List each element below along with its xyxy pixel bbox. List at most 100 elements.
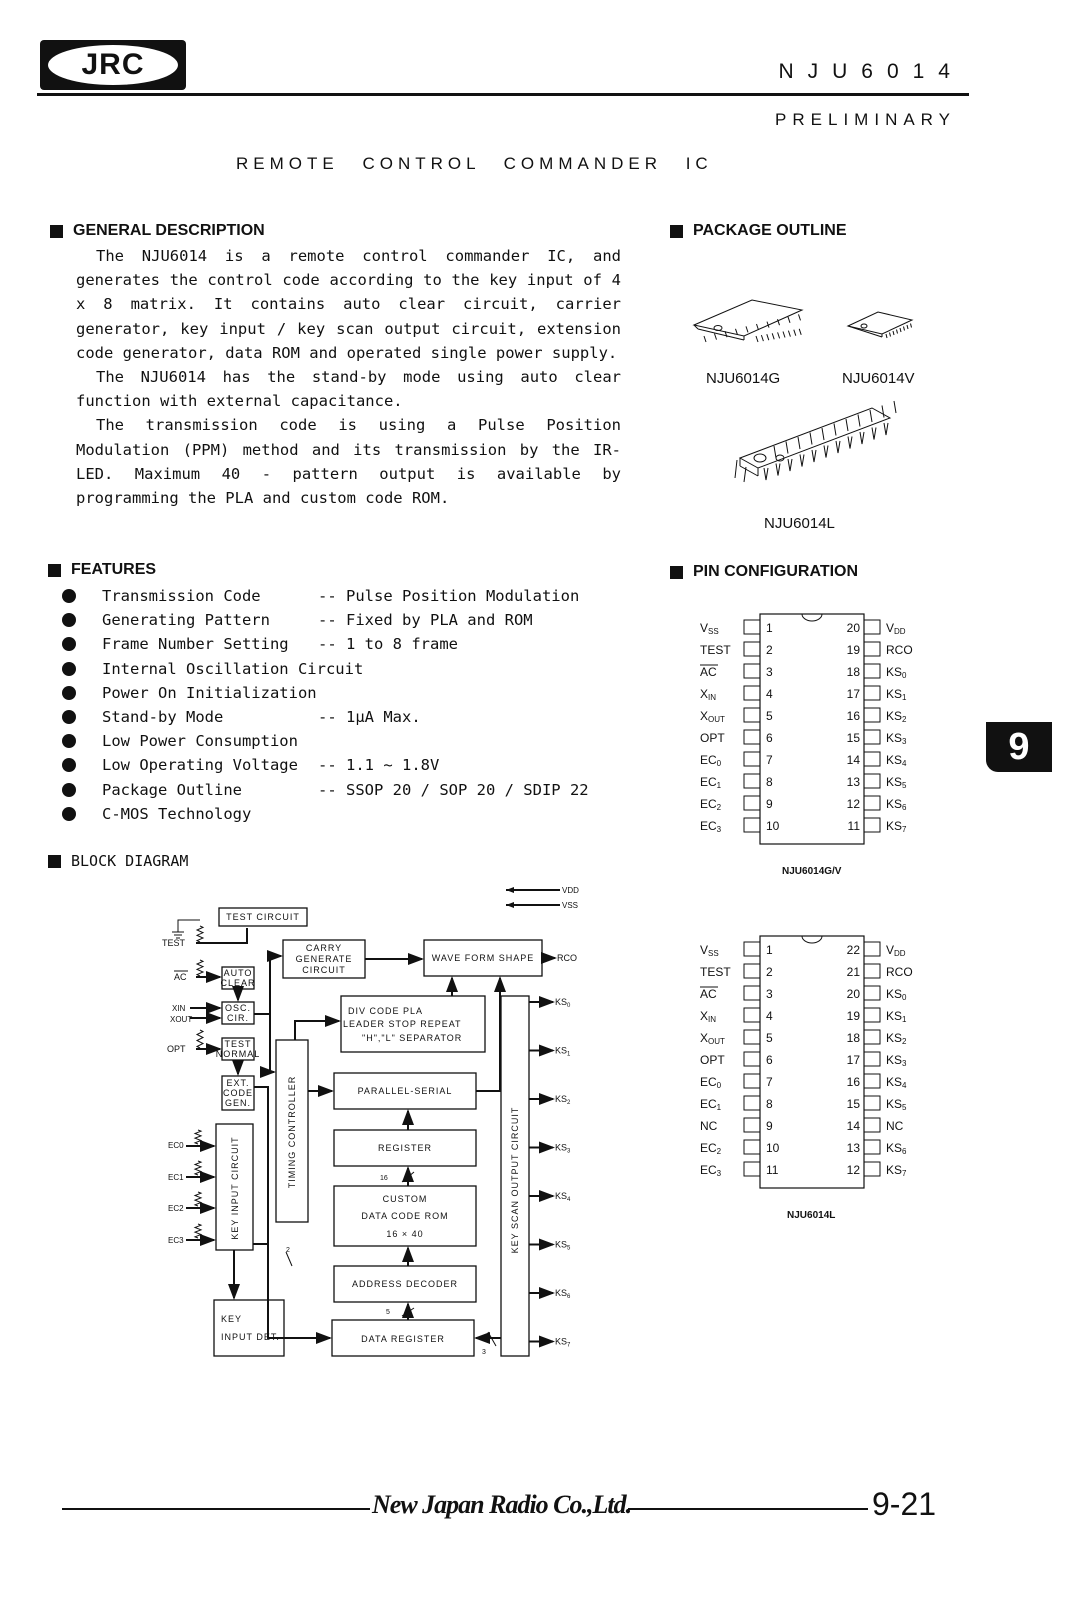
pin-diagram-caption: NJU6014G/V bbox=[782, 866, 842, 877]
description-paragraph: The NJU6014 is a remote control commande… bbox=[76, 247, 621, 362]
timing-to-div bbox=[294, 1015, 341, 1040]
pin-pad bbox=[863, 751, 881, 767]
pin-pad bbox=[743, 1029, 761, 1045]
features-heading: FEATURES bbox=[48, 561, 156, 579]
feature-name: Package Outline bbox=[102, 780, 242, 799]
section-bullet-icon bbox=[670, 224, 683, 238]
pin-number: 1 bbox=[766, 943, 773, 957]
pin-pad bbox=[743, 1139, 761, 1155]
pin-pad bbox=[863, 1161, 881, 1177]
pin-name: KS4 bbox=[886, 1075, 907, 1090]
pin-number: 20 bbox=[847, 621, 861, 635]
feature-name: Generating Pattern bbox=[102, 611, 270, 630]
description-paragraph: The transmission code is using a Pulse P… bbox=[76, 416, 621, 508]
feature-item: Internal Oscillation Circuit bbox=[62, 657, 589, 681]
pin-diagram-22: 1 VSS 2 TEST 3 AC 4 XIN 5 XOUT 6 OPT 7 EC0 8 EC1 9 NC 10 EC… bbox=[700, 935, 913, 1189]
pin-name: OPT bbox=[700, 731, 725, 745]
input-label: EC1 bbox=[168, 1173, 184, 1182]
output-label: KS3 bbox=[555, 1143, 571, 1155]
pin-name: XIN bbox=[700, 1009, 716, 1024]
pin-number: 22 bbox=[847, 943, 861, 957]
pin-name: VDD bbox=[886, 621, 906, 636]
company-name: New Japan Radio Co.,Ltd. bbox=[372, 1490, 632, 1519]
pin-number: 14 bbox=[847, 753, 861, 767]
feature-item: Low Operating Voltage -- 1.1 ~ 1.8V bbox=[62, 753, 589, 777]
pin-name: AC bbox=[700, 665, 717, 679]
pin-name: KS2 bbox=[886, 709, 907, 724]
pin-pad bbox=[743, 1095, 761, 1111]
feature-name: Frame Number Setting bbox=[102, 635, 289, 654]
pin-pad bbox=[743, 707, 761, 723]
pin-number: 2 bbox=[766, 965, 773, 979]
pin-number: 1 bbox=[766, 621, 773, 635]
part-number: NJU6014 bbox=[778, 60, 964, 83]
feature-item: Low Power Consumption bbox=[62, 729, 589, 753]
status-label: PRELIMINARY bbox=[775, 110, 956, 129]
feature-value: -- SSOP 20 / SOP 20 / SDIP 22 bbox=[318, 780, 589, 799]
pin-pad bbox=[863, 707, 881, 723]
description-paragraph: The NJU6014 has the stand-by mode using … bbox=[76, 368, 621, 411]
pin-name: VSS bbox=[700, 621, 719, 636]
pin-pad bbox=[743, 641, 761, 657]
block-label: GEN. bbox=[225, 1098, 251, 1108]
feature-name: Low Operating Voltage bbox=[102, 756, 298, 775]
sdip22-package-icon bbox=[734, 407, 892, 483]
package-outline-heading: PACKAGE OUTLINE bbox=[670, 222, 846, 240]
pin-pad bbox=[863, 817, 881, 833]
notch-icon bbox=[801, 935, 823, 944]
heading-text: PIN CONFIGURATION bbox=[693, 563, 859, 580]
pin-pad bbox=[863, 685, 881, 701]
power-label: VDD bbox=[562, 886, 579, 895]
pin-pad bbox=[863, 1007, 881, 1023]
pin-number: 9 bbox=[766, 797, 773, 811]
pin-pad bbox=[863, 1051, 881, 1067]
heading-text: BLOCK DIAGRAM bbox=[71, 852, 189, 870]
input-label: XIN bbox=[172, 1004, 186, 1013]
pin-pad bbox=[743, 773, 761, 789]
input-label: AC bbox=[174, 972, 187, 982]
pin-name: RCO bbox=[886, 643, 913, 657]
bullet-icon bbox=[62, 613, 76, 628]
pin-pad bbox=[743, 619, 761, 635]
pin-pad bbox=[863, 773, 881, 789]
feature-value: -- 1.1 ~ 1.8V bbox=[318, 756, 440, 775]
output-label: KS2 bbox=[555, 1094, 571, 1106]
general-description-heading: GENERAL DESCRIPTION bbox=[50, 222, 265, 240]
pin-pad bbox=[743, 985, 761, 1001]
ps-to-wave bbox=[476, 976, 506, 1092]
pin-pad bbox=[863, 1117, 881, 1133]
pin-number: 3 bbox=[766, 987, 773, 1001]
block-label: TEST bbox=[224, 1039, 251, 1049]
pin-pad bbox=[863, 1029, 881, 1045]
heading-text: GENERAL DESCRIPTION bbox=[73, 222, 265, 239]
block-label: 16 × 40 bbox=[386, 1229, 423, 1239]
notch-icon bbox=[801, 613, 823, 622]
output-label: KS5 bbox=[555, 1240, 571, 1252]
resistor-icon bbox=[195, 925, 205, 943]
pin-name: EC0 bbox=[700, 753, 722, 768]
section-bullet-icon bbox=[670, 565, 683, 579]
block-label: KEY INPUT CIRCUIT bbox=[230, 1136, 240, 1239]
general-description-body: The NJU6014 is a remote control commande… bbox=[76, 244, 621, 510]
output-label: KS0 bbox=[555, 997, 571, 1009]
pin-name: XIN bbox=[700, 687, 716, 702]
block-label: AUTO bbox=[224, 968, 253, 978]
pin-number: 11 bbox=[766, 1163, 779, 1177]
pin-pad bbox=[863, 985, 881, 1001]
pin-pad bbox=[743, 1051, 761, 1067]
pin-number: 15 bbox=[847, 731, 861, 745]
pin-pad bbox=[743, 1073, 761, 1089]
pin-diagram-caption: NJU6014L bbox=[787, 1210, 836, 1221]
pin-name: EC3 bbox=[700, 819, 722, 834]
pin-number: 18 bbox=[847, 1031, 861, 1045]
pin-configuration-heading: PIN CONFIGURATION bbox=[670, 563, 858, 581]
package-drawings bbox=[692, 299, 914, 483]
pin-name: EC2 bbox=[700, 797, 722, 812]
pin-name: KS6 bbox=[886, 797, 907, 812]
osc-to-timing bbox=[260, 1014, 276, 1078]
pin-name: TEST bbox=[700, 965, 731, 979]
block-label: TIMING CONTROLLER bbox=[287, 1076, 297, 1189]
pin-number: 7 bbox=[766, 1075, 773, 1089]
feature-name: Transmission Code bbox=[102, 587, 261, 606]
features-list: Transmission Code -- Pulse Position Modul… bbox=[62, 584, 589, 826]
